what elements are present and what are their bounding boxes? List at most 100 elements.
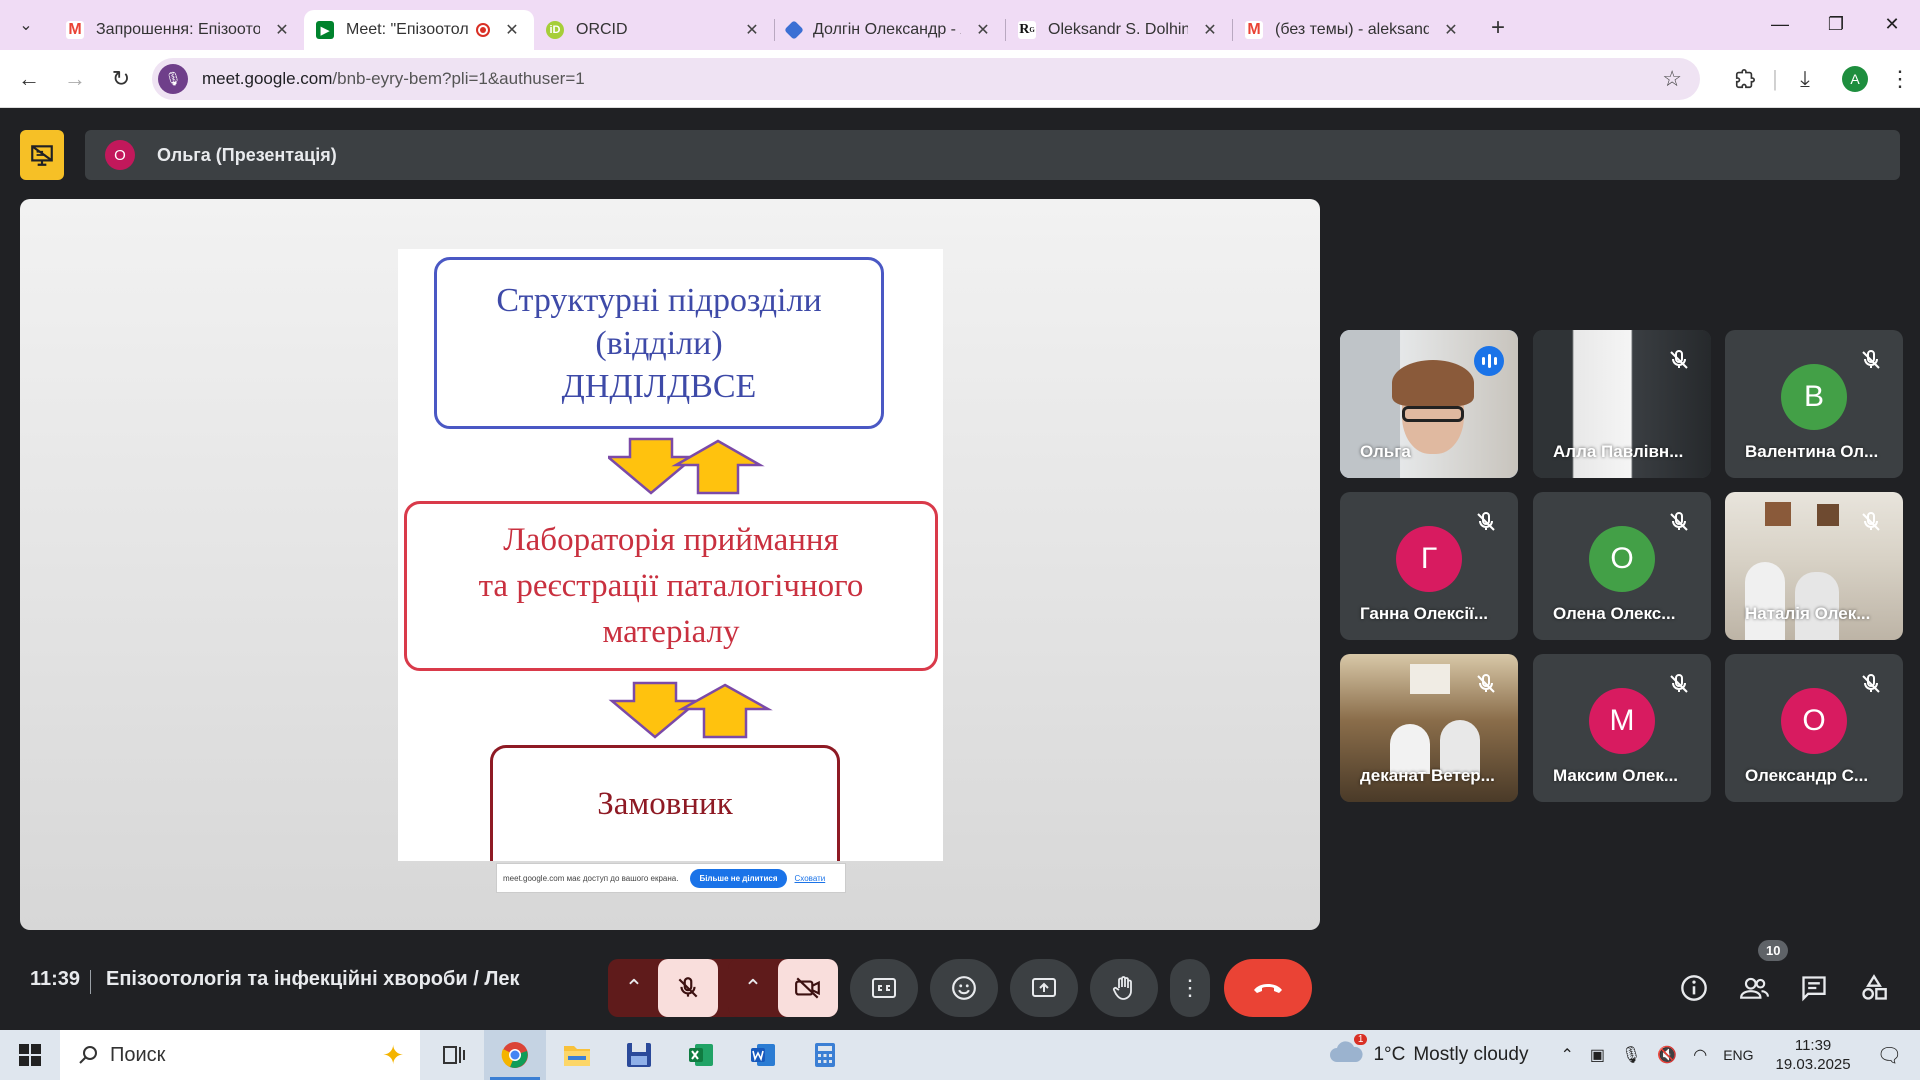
tab-gmail-no-subject[interactable]: M (без темы) - aleksandr.ds8 ✕ xyxy=(1233,10,1473,50)
captions-button[interactable] xyxy=(850,959,918,1017)
gmail-icon: M xyxy=(1245,21,1263,39)
bookmark-star-icon[interactable]: ☆ xyxy=(1662,66,1682,92)
hide-notice-link[interactable]: Сховати xyxy=(795,874,826,883)
tab-orcid[interactable]: iD ORCID ✕ xyxy=(534,10,774,50)
tab-search-chevron-icon[interactable]: ⌄ xyxy=(8,9,44,41)
participant-tile-alla[interactable]: Алла Павлівн... xyxy=(1533,330,1711,478)
camera-toggle-button[interactable] xyxy=(778,959,838,1017)
close-tab-icon[interactable]: ✕ xyxy=(973,20,993,40)
tab-academia[interactable]: Долгін Олександр - Акаде ✕ xyxy=(775,10,1005,50)
meet-tray-icon[interactable]: ▣ xyxy=(1590,1045,1605,1065)
microphone-site-icon[interactable]: 🎙 xyxy=(158,64,188,94)
mic-off-icon xyxy=(1670,673,1688,693)
present-now-button[interactable] xyxy=(1010,959,1078,1017)
participant-avatar: М xyxy=(1589,688,1655,754)
screen-share-notice: meet.google.com має доступ до вашого екр… xyxy=(496,863,846,893)
microphone-tray-icon[interactable]: 🎙 xyxy=(1621,1045,1641,1065)
download-icon[interactable]: ⤓ xyxy=(1780,66,1830,92)
save-floppy-icon[interactable] xyxy=(608,1030,670,1080)
minimize-icon[interactable]: — xyxy=(1752,0,1808,48)
raise-hand-button[interactable] xyxy=(1090,959,1158,1017)
excel-icon[interactable] xyxy=(670,1030,732,1080)
people-icon[interactable] xyxy=(1736,970,1772,1006)
show-hidden-chevron-icon[interactable]: ⌃ xyxy=(1560,1045,1573,1065)
wifi-icon[interactable]: ◠ xyxy=(1693,1045,1707,1065)
tab-researchgate[interactable]: RG Oleksandr S. Dolhin ✕ xyxy=(1006,10,1232,50)
weather-widget[interactable]: 1 1°C Mostly cloudy xyxy=(1329,1034,1528,1070)
chrome-taskbar-icon[interactable] xyxy=(484,1030,546,1080)
profile-avatar[interactable]: A xyxy=(1842,66,1868,92)
slide-box-laboratory: Лабораторія приймання та реєстрації пата… xyxy=(404,501,938,671)
participant-tile-maksym[interactable]: М Максим Олек... xyxy=(1533,654,1711,802)
window-close-icon[interactable]: ✕ xyxy=(1864,0,1920,48)
presentation-icon[interactable] xyxy=(20,130,64,180)
meeting-title: Епізоотологія та інфекційні хвороби / Ле… xyxy=(106,968,520,990)
participant-tile-oleksandr[interactable]: О Олександр С... xyxy=(1725,654,1903,802)
address-bar[interactable]: 🎙 meet.google.com/bnb-eyry-bem?pli=1&aut… xyxy=(152,58,1700,100)
input-language[interactable]: ENG xyxy=(1723,1047,1753,1063)
emoji-icon xyxy=(952,976,976,1000)
participant-avatar: В xyxy=(1781,364,1847,430)
participant-tile-dekanat[interactable]: деканат Ветер... xyxy=(1340,654,1518,802)
reactions-button[interactable] xyxy=(930,959,998,1017)
back-arrow-icon[interactable]: ← xyxy=(12,62,46,96)
stop-sharing-button[interactable]: Більше не ділитися xyxy=(690,868,787,888)
reload-icon[interactable]: ↻ xyxy=(104,62,138,96)
file-explorer-icon[interactable] xyxy=(546,1030,608,1080)
tab-gmail-invitation[interactable]: M Запрошення: Епізоотологі ✕ xyxy=(54,10,304,50)
windows-start-icon[interactable] xyxy=(0,1030,60,1080)
new-tab-plus-icon[interactable]: + xyxy=(1491,14,1505,42)
search-icon xyxy=(79,1046,97,1064)
datetime[interactable]: 11:39 19.03.2025 xyxy=(1776,1036,1851,1074)
participant-tile-olga[interactable]: Ольга xyxy=(1340,330,1518,478)
mic-off-icon xyxy=(1862,673,1880,693)
meeting-details-info-icon[interactable] xyxy=(1676,970,1712,1006)
browser-toolbar: ← → ↻ 🎙 meet.google.com/bnb-eyry-bem?pli… xyxy=(0,50,1920,108)
participant-tile-olena[interactable]: О Олена Олекс... xyxy=(1533,492,1711,640)
mic-off-icon xyxy=(1862,511,1880,531)
hand-icon xyxy=(1112,976,1132,1000)
task-view-icon[interactable] xyxy=(422,1030,484,1080)
gmail-icon: M xyxy=(66,21,84,39)
divider: | xyxy=(1772,66,1778,91)
close-tab-icon[interactable]: ✕ xyxy=(1200,20,1220,40)
notifications-icon[interactable]: 🗨 xyxy=(1877,1043,1902,1068)
meeting-clock: 11:39 xyxy=(30,968,81,990)
mic-options-chevron-icon[interactable]: ⌃ xyxy=(608,959,660,1017)
participant-avatar: Г xyxy=(1396,526,1462,592)
participant-tile-valentyna[interactable]: В Валентина Ол... xyxy=(1725,330,1903,478)
weather-temp: 1°C xyxy=(1373,1044,1406,1065)
calculator-icon[interactable] xyxy=(794,1030,856,1080)
close-tab-icon[interactable]: ✕ xyxy=(742,20,762,40)
close-tab-icon[interactable]: ✕ xyxy=(1441,20,1461,40)
down-up-arrows-icon xyxy=(608,681,773,739)
researchgate-icon: RG xyxy=(1018,21,1036,39)
chat-icon[interactable] xyxy=(1796,970,1832,1006)
search-placeholder: Поиск xyxy=(110,1043,166,1066)
mic-off-icon xyxy=(1477,511,1495,531)
forward-arrow-icon[interactable]: → xyxy=(58,62,92,96)
tab-meet[interactable]: ▶ Meet: "Епізоотологія т ✕ xyxy=(304,10,534,50)
taskbar-time: 11:39 xyxy=(1794,1037,1832,1054)
speaker-muted-icon[interactable]: 🔇 xyxy=(1657,1045,1677,1065)
more-options-icon[interactable]: ⋮ xyxy=(1170,959,1210,1017)
restore-icon[interactable]: ❐ xyxy=(1808,0,1864,48)
mic-toggle-button[interactable] xyxy=(658,959,718,1017)
leave-call-button[interactable] xyxy=(1224,959,1312,1017)
url-path: /bnb-eyry-bem?pli=1&authuser=1 xyxy=(332,69,585,88)
orcid-icon: iD xyxy=(546,21,564,39)
presentation-stage: Структурні підрозділи (відділи) ДНДІЛДВС… xyxy=(20,199,1320,930)
close-tab-icon[interactable]: ✕ xyxy=(502,20,522,40)
participant-tile-nataliia[interactable]: Наталія Олек... xyxy=(1725,492,1903,640)
activities-icon[interactable] xyxy=(1856,970,1892,1006)
taskbar-search[interactable]: Поиск ✦ xyxy=(60,1030,420,1080)
meet-icon: ▶ xyxy=(316,21,334,39)
close-tab-icon[interactable]: ✕ xyxy=(272,20,292,40)
extensions-puzzle-icon[interactable] xyxy=(1720,68,1770,90)
word-icon[interactable] xyxy=(732,1030,794,1080)
browser-menu-icon[interactable]: ⋮ xyxy=(1880,66,1920,92)
participant-tile-hanna[interactable]: Г Ганна Олексії... xyxy=(1340,492,1518,640)
browser-tab-bar: ⌄ M Запрошення: Епізоотологі ✕ ▶ Meet: "… xyxy=(0,0,1920,50)
camera-options-chevron-icon[interactable]: ⌃ xyxy=(728,959,778,1017)
cloud-icon: 1 xyxy=(1329,1034,1368,1070)
